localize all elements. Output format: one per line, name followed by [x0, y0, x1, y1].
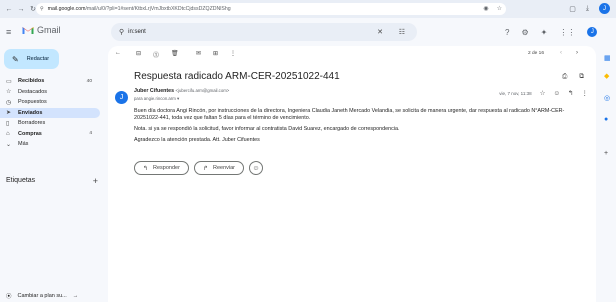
more-options-icon[interactable]: ⋮ [230, 50, 236, 57]
address-bar[interactable]: ⚲ mail.google.com/mail/u/0/?pli=1#sent/K… [36, 3, 506, 15]
more-vert-icon[interactable]: ⋮ [582, 89, 589, 97]
pencil-icon: ✎ [12, 54, 19, 64]
browser-toolbar: ← → ↻ ⚲ mail.google.com/mail/u/0/?pli=1#… [0, 0, 616, 18]
keep-icon[interactable]: ◆ [604, 72, 609, 80]
sender-avatar[interactable]: J [115, 91, 128, 104]
reply-arrow-icon: ↰ [143, 165, 149, 172]
apps-grid-icon[interactable]: ⋮⋮ [559, 28, 575, 37]
sidebar-nav: ▭ Recibidos 40 ☆ Destacados ◷ Pospuestos… [0, 76, 104, 150]
mark-unread-icon[interactable]: ✉ [196, 50, 201, 57]
message-view: ← ⊟ ⓵ 🗑 ✉ ⊞ ⋮ 2 de 16 ‹ › Respuesta radi… [108, 46, 596, 302]
emoji-react-icon[interactable]: ☺ [553, 90, 560, 97]
compose-button[interactable]: ✎ Redactar [4, 49, 59, 69]
emoji-reaction-button[interactable]: ☺ [249, 161, 263, 175]
forward-arrow-icon: ↱ [202, 165, 208, 172]
reply-icon[interactable]: ↰ [568, 89, 573, 97]
older-icon[interactable]: › [576, 50, 578, 56]
inbox-icon: ▭ [6, 78, 12, 85]
email-body: Buen día doctora Angi Rincón, por instru… [134, 108, 584, 148]
tag-icon: ⌂ [6, 130, 10, 137]
sidebar-item-enviados[interactable]: ➤ Enviados [0, 107, 100, 118]
search-bar[interactable]: ⚲ in:sent ✕ ☷ [111, 23, 417, 41]
upgrade-plan-link[interactable]: ⦿ Cambiar a plan su... → [6, 292, 78, 300]
sender-email: <jubercifu.arm@gmail.com> [175, 88, 230, 93]
eye-icon[interactable]: ◉ [483, 5, 488, 12]
account-avatar[interactable]: J [587, 27, 598, 37]
sidebar-item-pospuestos[interactable]: ◷ Pospuestos [0, 97, 100, 108]
add-label-icon[interactable]: + [93, 176, 98, 186]
gmail-wordmark: Gmail [37, 25, 61, 35]
body-paragraph: Nota. si ya se respondió la solicitud, f… [134, 126, 400, 132]
unread-count: 40 [86, 78, 92, 84]
sidebar-item-compras[interactable]: ⌂ Compras 4 [0, 129, 100, 140]
labels-heading: Etiquetas + [6, 176, 98, 186]
unread-count: 4 [89, 131, 92, 137]
draft-icon: ▯ [6, 120, 10, 127]
body-paragraph: Agradezco la atención prestada. Att. Jub… [134, 137, 260, 143]
send-icon: ➤ [6, 110, 12, 117]
download-icon[interactable]: ⤓ [586, 5, 589, 13]
arrow-right-icon: → [72, 293, 79, 299]
caret-down-icon: ▾ [177, 96, 180, 101]
browser-profile-avatar[interactable]: J [599, 3, 610, 14]
move-to-icon[interactable]: ⊞ [213, 50, 218, 57]
sidebar-item-recibidos[interactable]: ▭ Recibidos 40 [0, 76, 100, 87]
back-to-list-icon[interactable]: ← [115, 50, 121, 56]
forward-button[interactable]: ↱ Reenviar [193, 161, 244, 175]
side-panel: ▦ ◆ ◎ ● + [600, 46, 616, 302]
email-subject: Respuesta radicado ARM-CER-20251022-441 [134, 71, 340, 82]
forward-icon[interactable]: → [16, 4, 26, 14]
back-icon[interactable]: ← [4, 4, 14, 14]
url-text: mail.google.com/mail/u/0/?pli=1#sent/Ktb… [47, 6, 231, 12]
gemini-icon[interactable]: ✦ [541, 28, 548, 37]
star-icon[interactable]: ☆ [540, 89, 546, 97]
clear-search-icon[interactable]: ✕ [377, 28, 383, 36]
report-spam-icon[interactable]: ⓵ [153, 50, 159, 59]
search-input[interactable]: in:sent [128, 29, 146, 35]
sidebar-item-borradores[interactable]: ▯ Borradores [0, 118, 100, 129]
gmail-m-icon [22, 25, 34, 35]
main-menu-icon[interactable]: ≡ [6, 27, 11, 37]
bookmark-star-icon[interactable]: ☆ [497, 5, 502, 12]
reply-actions: ↰ Responder ↱ Reenviar ☺ [134, 161, 263, 175]
chevron-down-icon: ⌄ [6, 141, 12, 148]
help-icon[interactable]: ? [505, 28, 509, 37]
star-icon: ☆ [6, 89, 12, 96]
message-toolbar: ← ⊟ ⓵ 🗑 ✉ ⊞ ⋮ 2 de 16 ‹ › [108, 46, 596, 60]
sidebar-item-mas[interactable]: ⌄ Más [0, 139, 100, 150]
search-icon[interactable]: ⚲ [119, 28, 124, 36]
site-info-icon[interactable]: ⚲ [40, 6, 44, 12]
contacts-icon[interactable]: ● [604, 116, 608, 123]
gmail-header: ≡ Gmail ⚲ in:sent ✕ ☷ ? ⚙ ✦ ⋮⋮ J [0, 18, 600, 46]
extensions-icon[interactable]: ▢ [569, 5, 576, 13]
add-addon-icon[interactable]: + [604, 150, 608, 157]
sidebar-item-destacados[interactable]: ☆ Destacados [0, 87, 100, 98]
pagination-text: 2 de 16 [527, 51, 544, 56]
sender-name[interactable]: Juber Cifuentes [134, 88, 174, 94]
recipient-line[interactable]: para angie.rincon.arm ▾ [134, 96, 179, 102]
delete-icon[interactable]: 🗑 [171, 50, 179, 57]
newer-icon[interactable]: ‹ [560, 50, 562, 56]
gmail-logo[interactable]: Gmail [22, 25, 61, 35]
settings-gear-icon[interactable]: ⚙ [521, 28, 528, 37]
tasks-icon[interactable]: ◎ [604, 94, 610, 102]
upgrade-icon: ⦿ [6, 294, 12, 300]
sender-line: Juber Cifuentes <jubercifu.arm@gmail.com… [134, 88, 229, 94]
search-options-icon[interactable]: ☷ [399, 28, 405, 36]
calendar-icon[interactable]: ▦ [604, 54, 611, 62]
archive-icon[interactable]: ⊟ [136, 50, 141, 57]
clock-icon: ◷ [6, 99, 12, 106]
open-new-window-icon[interactable]: ⧉ [579, 73, 584, 81]
print-icon[interactable]: ⎙ [562, 73, 567, 81]
email-date: vie, 7 nov, 11:38 [499, 90, 532, 96]
reply-button[interactable]: ↰ Responder [134, 161, 189, 175]
body-paragraph: Buen día doctora Angi Rincón, por instru… [134, 108, 565, 121]
